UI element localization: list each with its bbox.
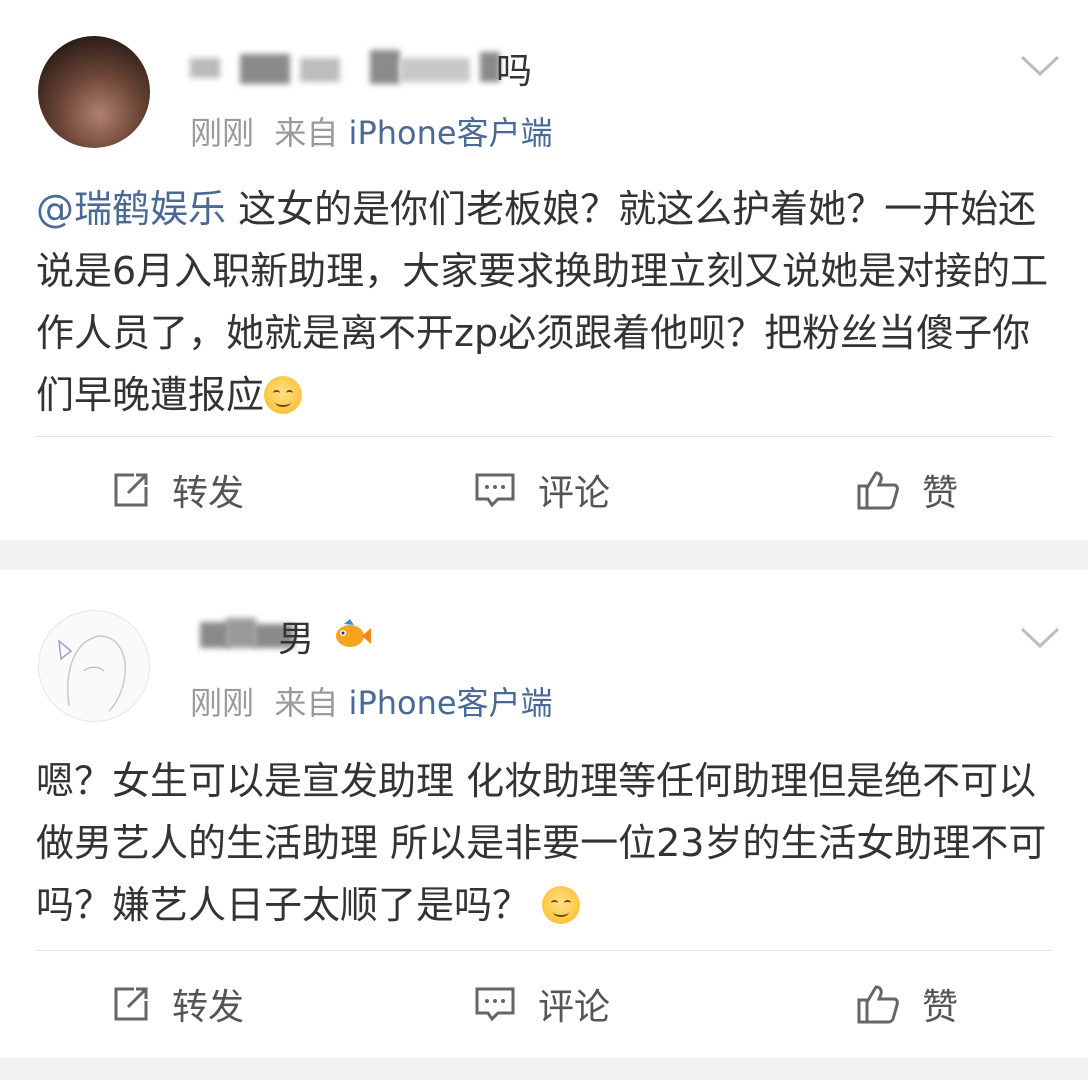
repost-label: 转发 <box>172 473 245 514</box>
post-time: 刚刚 <box>190 684 255 722</box>
mention-link[interactable]: @瑞鹤娱乐 <box>36 187 226 231</box>
avatar[interactable] <box>38 610 150 722</box>
thumbs-up-icon <box>857 985 899 1024</box>
username-visible-text: 吗 <box>496 51 533 92</box>
username-visible-text: 男 <box>278 619 315 660</box>
repost-label: 转发 <box>172 987 245 1028</box>
divider <box>36 950 1052 951</box>
avatar[interactable] <box>38 36 150 148</box>
comment-label: 评论 <box>538 987 611 1028</box>
thumbs-up-icon <box>857 471 899 510</box>
post-content: 嗯？女生可以是宣发助理 化妆助理等任何助理但是绝不可以做男艺人的生活助理 所以是… <box>36 750 1056 936</box>
smile-emoji-icon <box>542 886 581 924</box>
post-source[interactable]: iPhone客户端 <box>349 684 553 722</box>
post-actions: 转发 评论 赞 <box>0 460 1088 520</box>
post-card: 吗 刚刚 来自 iPhone客户端 @瑞鹤娱乐 这女的是你们老板娘？就这么护着她… <box>0 0 1088 540</box>
username[interactable]: 吗 <box>190 44 550 92</box>
post-from-label: 来自 <box>274 114 339 152</box>
comment-label: 评论 <box>538 473 611 514</box>
post-card: 男 刚刚 来自 iPhone客户端 嗯？女生可以是宣发助理 化妆助理等任何助理但… <box>0 570 1088 1058</box>
comment-button[interactable]: 评论 <box>474 460 610 520</box>
like-label: 赞 <box>922 473 959 514</box>
post-actions: 转发 评论 赞 <box>0 974 1088 1034</box>
smile-emoji-icon <box>264 376 303 414</box>
fish-badge-icon <box>336 619 371 647</box>
like-button[interactable]: 赞 <box>856 460 958 520</box>
post-meta: 刚刚 来自 iPhone客户端 <box>190 678 553 724</box>
repost-button[interactable]: 转发 <box>112 974 244 1034</box>
like-label: 赞 <box>922 987 959 1028</box>
post-source[interactable]: iPhone客户端 <box>349 114 553 152</box>
post-from-label: 来自 <box>274 684 339 722</box>
divider <box>36 436 1052 437</box>
like-button[interactable]: 赞 <box>856 974 958 1034</box>
chevron-down-icon[interactable] <box>1020 626 1060 650</box>
post-meta: 刚刚 来自 iPhone客户端 <box>190 108 553 154</box>
comment-button[interactable]: 评论 <box>474 974 610 1034</box>
post-time: 刚刚 <box>190 114 255 152</box>
comment-icon <box>475 473 515 508</box>
repost-button[interactable]: 转发 <box>112 460 244 520</box>
post-content: @瑞鹤娱乐 这女的是你们老板娘？就这么护着她？一开始还说是6月入职新助理，大家要… <box>36 178 1056 426</box>
repost-icon <box>114 987 148 1021</box>
repost-icon <box>114 473 148 507</box>
comment-icon <box>475 987 515 1022</box>
chevron-down-icon[interactable] <box>1020 54 1060 78</box>
